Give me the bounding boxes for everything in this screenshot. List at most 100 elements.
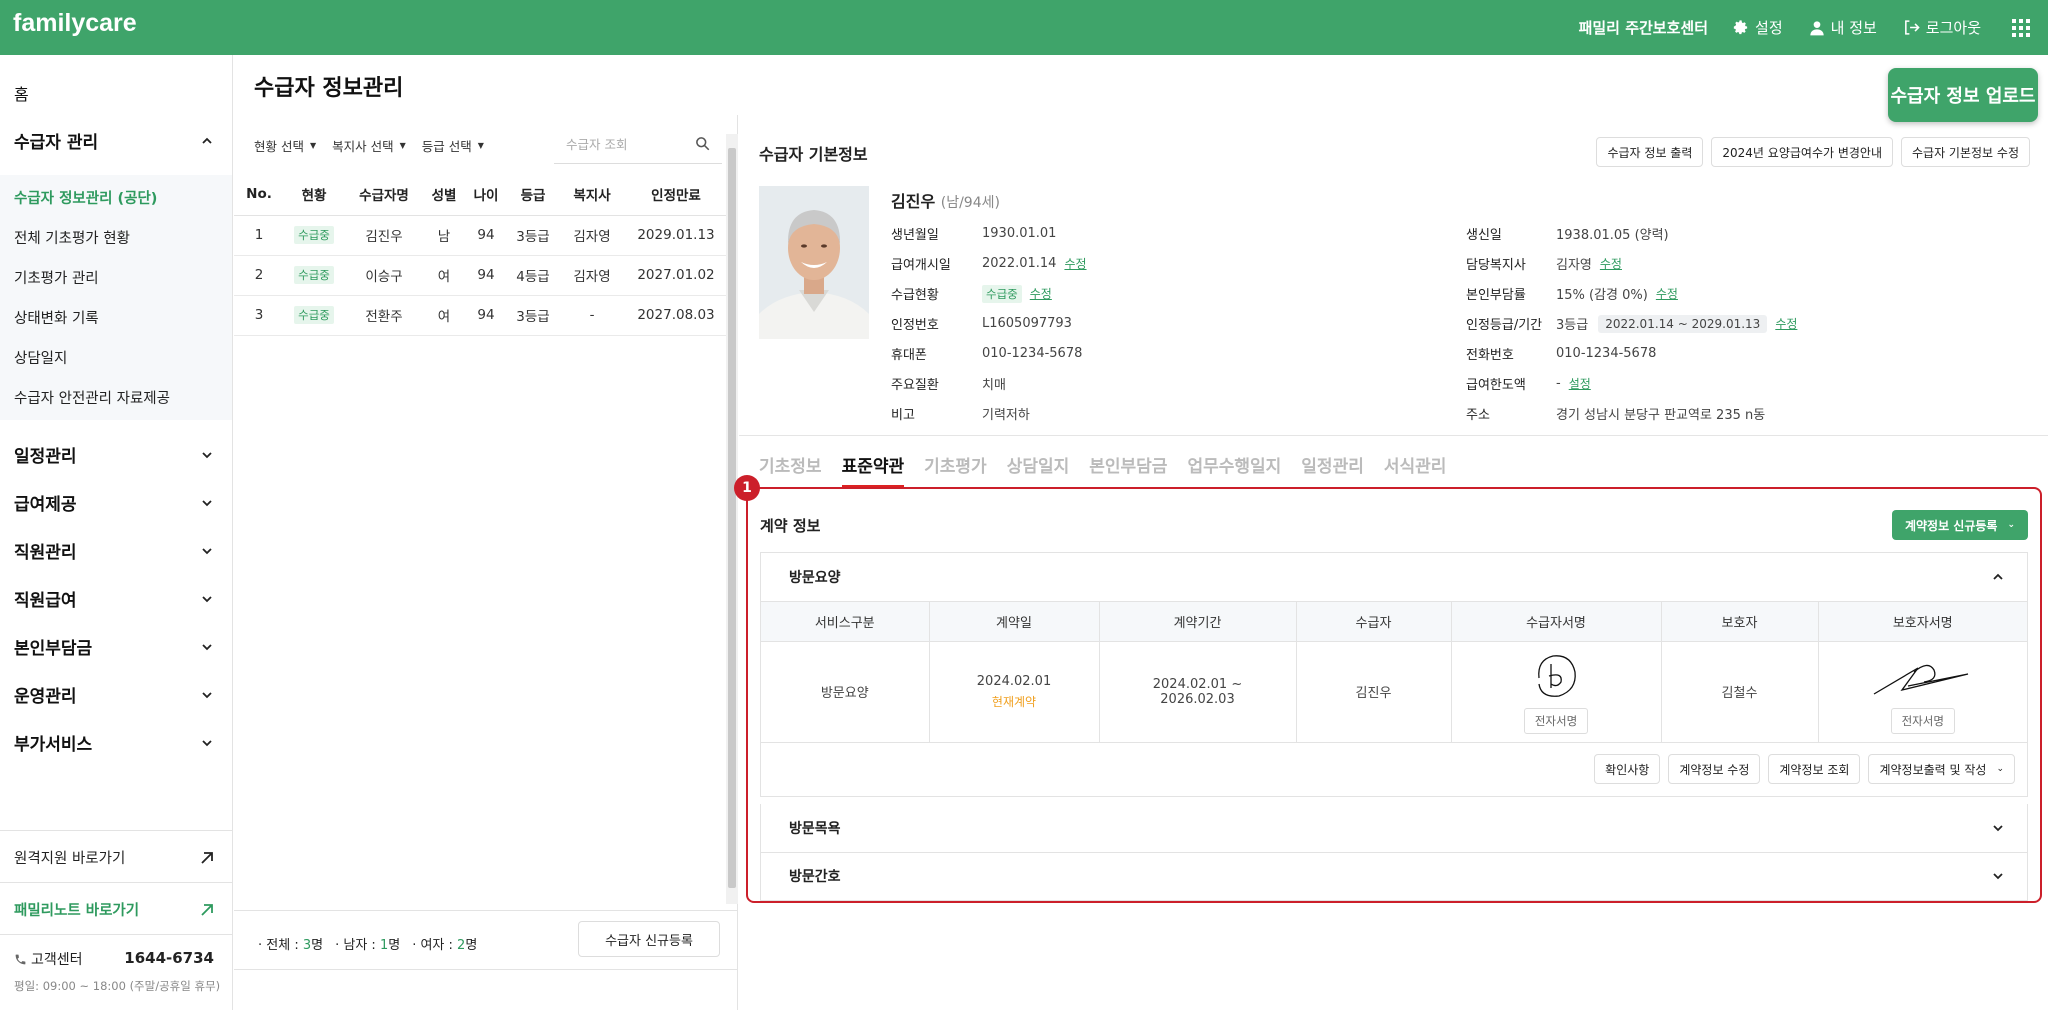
divider	[739, 435, 2048, 436]
print-info-button[interactable]: 수급자 정보 출력	[1596, 137, 1704, 167]
cell-worker: -	[558, 295, 626, 336]
recipient-detail-panel: 수급자 기본정보 수급자 정보 출력 2024년 요양급여수가 변경안내 수급자…	[734, 115, 2048, 1010]
tab-basic-info[interactable]: 기초정보	[759, 452, 822, 487]
sidebar-item-status-change[interactable]: 상태변화 기록	[14, 307, 99, 328]
sidebar-item-safety[interactable]: 수급자 안전관리 자료제공	[14, 387, 170, 408]
print-contract-button[interactable]: 계약정보출력 및 작성 ⌄	[1868, 754, 2015, 784]
info-label: 인정등급/기간	[1466, 318, 1543, 333]
recipient-esign-button[interactable]: 전자서명	[1523, 707, 1589, 734]
cell-worker: 김자영	[558, 255, 626, 296]
my-info-label: 내 정보	[1830, 19, 1877, 37]
guardian-esign-button[interactable]: 전자서명	[1890, 707, 1955, 734]
logout-link[interactable]: 로그아웃	[1903, 17, 1981, 38]
edit-basic-info-button[interactable]: 수급자 기본정보 수정	[1901, 137, 2030, 167]
sidebar-group-staff[interactable]: 직원관리	[14, 538, 214, 563]
sidebar-home[interactable]: 홈	[14, 81, 29, 105]
chevron-up-icon	[202, 137, 212, 144]
apps-grid-icon[interactable]	[2011, 18, 2031, 38]
info-label: 본인부담률	[1466, 288, 1526, 303]
table-row[interactable]: 2 수급중 이승구 여 94 4등급 김자영 2027.01.02	[234, 255, 726, 296]
accordion-visit-bath: 방문목욕	[760, 804, 2028, 853]
accordion-header[interactable]: 방문요양	[761, 553, 2027, 601]
sidebar-group-schedule[interactable]: 일정관리	[14, 442, 214, 467]
logo[interactable]: familycare	[13, 9, 137, 38]
view-contract-button[interactable]: 계약정보 조회	[1768, 754, 1861, 784]
list-scrollbar-thumb[interactable]	[728, 148, 736, 888]
info-label: 수급현황	[891, 288, 939, 303]
info-start-date: 급여개시일 2022.01.14 수정	[891, 254, 1087, 273]
tab-copay[interactable]: 본인부담금	[1089, 452, 1167, 487]
grade-filter[interactable]: 등급 선택 ▼	[422, 136, 484, 155]
cell-no: 2	[234, 255, 284, 296]
set-link[interactable]: 설정	[1569, 375, 1591, 392]
current-contract-badge: 현재계약	[991, 694, 1037, 709]
familynote-link[interactable]: 패밀리노트 바로가기	[14, 899, 214, 920]
accordion-visit-care: 방문요양 서비스구분 계약일 계약기간 수급자 수급자서명 보호자 보호자서명 …	[760, 552, 2028, 797]
search-icon[interactable]	[695, 136, 710, 151]
recipient-signature-image	[1538, 654, 1576, 697]
status-filter[interactable]: 현황 선택 ▼	[254, 136, 316, 155]
tab-counseling[interactable]: 상담일지	[1007, 452, 1070, 487]
sidebar-group-recipient[interactable]: 수급자 관리	[14, 128, 214, 153]
accordion-header[interactable]: 방문간호	[761, 852, 2027, 900]
sidebar-item-assessment[interactable]: 기초평가 관리	[14, 267, 99, 288]
chevron-down-icon: ⌄	[2007, 520, 2016, 530]
sidebar-group-label: 급여제공	[14, 495, 77, 515]
logout-icon	[1904, 20, 1920, 35]
edit-link[interactable]: 수정	[1064, 255, 1086, 272]
settings-link[interactable]: 설정	[1732, 17, 1783, 38]
info-value: L1605097793	[982, 316, 1072, 331]
info-label: 인정번호	[891, 318, 939, 333]
sidebar-group-copay[interactable]: 본인부담금	[14, 634, 214, 659]
edit-link[interactable]: 수정	[1600, 255, 1622, 272]
register-contract-button[interactable]: 계약정보 신규등록 ⌄	[1892, 510, 2028, 540]
tab-schedule[interactable]: 일정관리	[1301, 452, 1364, 487]
worker-filter[interactable]: 복지사 선택 ▼	[332, 136, 406, 155]
recipient-counts: · 전체 : 3명 · 남자 : 1명 · 여자 : 2명	[258, 934, 489, 953]
sidebar-group-label: 직원관리	[14, 543, 77, 563]
col-header: 인정만료	[626, 173, 726, 216]
sidebar-group-operation[interactable]: 운영관리	[14, 682, 214, 707]
info-value: 1938.01.05 (양력)	[1556, 228, 1669, 243]
sidebar-group-label: 일정관리	[14, 447, 77, 467]
recipient-name-text: 김진우	[891, 192, 936, 211]
fee-notice-button[interactable]: 2024년 요양급여수가 변경안내	[1711, 137, 1893, 167]
edit-contract-button[interactable]: 계약정보 수정	[1668, 754, 1761, 784]
info-cert-number: 인정번호 L1605097793	[891, 314, 1072, 333]
settings-label: 설정	[1755, 19, 1783, 37]
sidebar-group-benefit[interactable]: 급여제공	[14, 490, 214, 515]
sidebar-item-overall-assessment[interactable]: 전체 기초평가 현황	[14, 227, 130, 248]
info-value: 010-1234-5678	[982, 346, 1083, 361]
caret-down-icon: ▼	[477, 141, 484, 150]
table-row: 방문요양 2024.02.01 현재계약 2024.02.01 ~ 2026.0…	[761, 641, 2027, 742]
cell-age: 94	[464, 255, 508, 296]
new-recipient-button[interactable]: 수급자 신규등록	[578, 921, 720, 957]
tab-forms[interactable]: 서식관리	[1384, 452, 1447, 487]
upload-recipient-button[interactable]: 수급자 정보 업로드	[1888, 68, 2038, 122]
tab-assessment[interactable]: 기초평가	[924, 452, 987, 487]
sidebar-item-recipient-info[interactable]: 수급자 정보관리 (공단)	[14, 187, 157, 208]
table-row[interactable]: 1 수급중 김진우 남 94 3등급 김자영 2029.01.13	[234, 215, 726, 256]
tab-standard-terms[interactable]: 표준약관	[841, 452, 904, 487]
accordion-header[interactable]: 방문목욕	[761, 804, 2027, 852]
info-label: 담당복지사	[1466, 258, 1526, 273]
page-title: 수급자 정보관리	[254, 76, 404, 101]
table-row[interactable]: 3 수급중 전환주 여 94 3등급 - 2027.08.03	[234, 295, 726, 336]
customer-center: 고객센터 1644-6734 평일: 09:00 ~ 18:00 (주말/공휴일…	[0, 934, 232, 1010]
sidebar-group-payroll[interactable]: 직원급여	[14, 586, 214, 611]
recipient-search-input[interactable]: 수급자 조회	[554, 124, 722, 164]
contract-col-header: 서비스구분	[761, 601, 930, 642]
sidebar-group-addon[interactable]: 부가서비스	[14, 730, 214, 755]
cell-status: 수급중	[284, 255, 344, 296]
edit-link[interactable]: 수정	[1775, 315, 1797, 332]
sidebar-item-counseling[interactable]: 상담일지	[14, 347, 67, 368]
status-badge: 수급중	[294, 226, 334, 244]
info-value: -	[1556, 376, 1561, 391]
edit-link[interactable]: 수정	[1030, 285, 1052, 302]
tab-work-log[interactable]: 업무수행일지	[1187, 452, 1281, 487]
confirm-items-button[interactable]: 확인사항	[1594, 754, 1661, 784]
count-total-value: 3	[302, 938, 312, 953]
edit-link[interactable]: 수정	[1656, 285, 1678, 302]
remote-support-link[interactable]: 원격지원 바로가기	[14, 847, 214, 868]
my-info-link[interactable]: 내 정보	[1809, 17, 1877, 38]
